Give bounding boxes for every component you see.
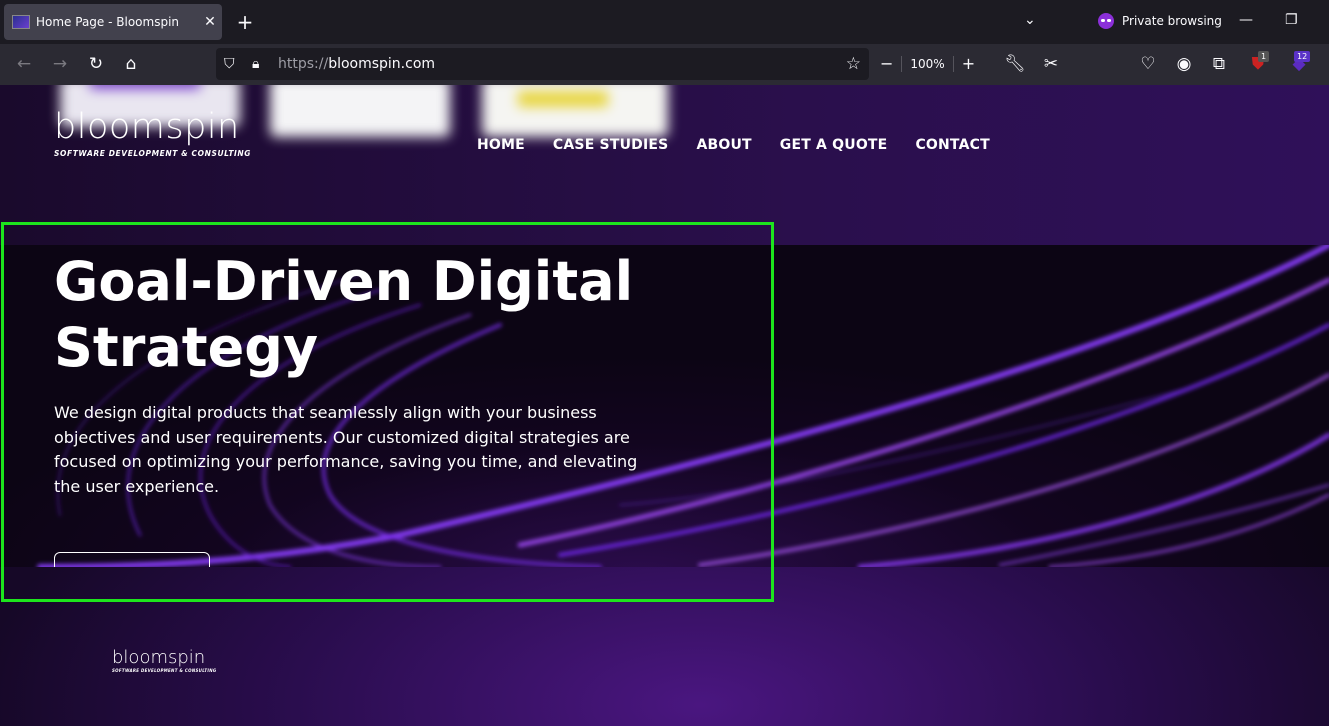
zoom-separator xyxy=(952,55,954,72)
screenshot-icon[interactable]: ✂ xyxy=(1040,53,1062,75)
url-text[interactable]: https://bloomspin.com xyxy=(278,56,435,72)
tab-title: Home Page - Bloomspin xyxy=(36,15,180,29)
account-icon[interactable]: ◉ xyxy=(1173,53,1195,75)
footer-logo-name: bloomspin xyxy=(112,647,206,668)
nav-get-a-quote[interactable]: GET A QUOTE xyxy=(780,137,888,153)
footer-logo[interactable]: bloomspin SOFTWARE DEVELOPMENT & CONSULT… xyxy=(112,647,217,674)
zoom-in-icon[interactable]: + xyxy=(962,54,975,73)
list-tabs-chevron-icon[interactable]: ⌄ xyxy=(1024,12,1036,28)
nav-case-studies[interactable]: CASE STUDIES xyxy=(553,137,669,153)
blurred-image xyxy=(482,85,668,137)
extension-count-badge: 12 xyxy=(1294,51,1311,62)
zoom-out-icon[interactable]: − xyxy=(880,54,893,73)
logo-name: bloomspin xyxy=(54,107,240,147)
extensions-puzzle-icon[interactable]: ⧉ xyxy=(1208,53,1230,75)
url-scheme: https:// xyxy=(278,56,329,72)
lock-icon[interactable]: 🔒︎ xyxy=(252,56,259,72)
tab-bar: Home Page - Bloomspin ✕ + ⌄ Private brow… xyxy=(0,0,1329,44)
forward-arrow-icon[interactable]: → xyxy=(49,53,71,75)
nav-home[interactable]: HOME xyxy=(477,137,525,153)
site-logo[interactable]: bloomspin SOFTWARE DEVELOPMENT & CONSULT… xyxy=(54,107,251,158)
home-icon[interactable]: ⌂ xyxy=(120,53,142,75)
blurred-image xyxy=(270,85,450,137)
web-page: bloomspin SOFTWARE DEVELOPMENT & CONSULT… xyxy=(0,85,1329,726)
highlight-box xyxy=(1,222,774,602)
minimize-window-icon[interactable]: — xyxy=(1239,12,1253,28)
ublock-count-badge: 1 xyxy=(1258,51,1270,62)
pocket-icon[interactable]: ♡ xyxy=(1137,53,1159,75)
zoom-controls: − 100% + xyxy=(880,54,975,73)
wrench-icon[interactable]: 🔧︎ xyxy=(1004,53,1026,75)
zoom-level[interactable]: 100% xyxy=(910,57,944,71)
reload-icon[interactable]: ↻ xyxy=(85,53,107,75)
tracking-shield-icon[interactable]: ⛉ xyxy=(224,56,235,72)
logo-tagline: SOFTWARE DEVELOPMENT & CONSULTING xyxy=(54,149,252,158)
bookmark-star-icon[interactable]: ☆ xyxy=(846,54,861,74)
zoom-separator xyxy=(901,55,903,72)
new-tab-button[interactable]: + xyxy=(234,10,256,34)
private-browsing-indicator: Private browsing xyxy=(1098,13,1222,29)
main-nav: HOME CASE STUDIES ABOUT GET A QUOTE CONT… xyxy=(477,137,1018,153)
private-browsing-label: Private browsing xyxy=(1122,14,1222,28)
nav-about[interactable]: ABOUT xyxy=(696,137,751,153)
back-arrow-icon[interactable]: ← xyxy=(13,53,35,75)
address-bar[interactable]: ⛉ 🔒︎ https://bloomspin.com ☆ xyxy=(216,48,869,80)
private-mask-icon xyxy=(1098,13,1114,29)
nav-contact[interactable]: CONTACT xyxy=(915,137,989,153)
browser-tab[interactable]: Home Page - Bloomspin ✕ xyxy=(4,4,222,40)
footer-logo-tagline: SOFTWARE DEVELOPMENT & CONSULTING xyxy=(112,668,217,673)
navigation-toolbar: ← → ↻ ⌂ ⛉ 🔒︎ https://bloomspin.com ☆ − 1… xyxy=(0,44,1329,86)
url-host: bloomspin.com xyxy=(328,56,436,72)
restore-window-icon[interactable]: ❐ xyxy=(1285,12,1298,28)
site-header: bloomspin SOFTWARE DEVELOPMENT & CONSULT… xyxy=(0,85,1329,245)
site-favicon-icon xyxy=(12,15,30,29)
close-tab-icon[interactable]: ✕ xyxy=(198,14,222,30)
